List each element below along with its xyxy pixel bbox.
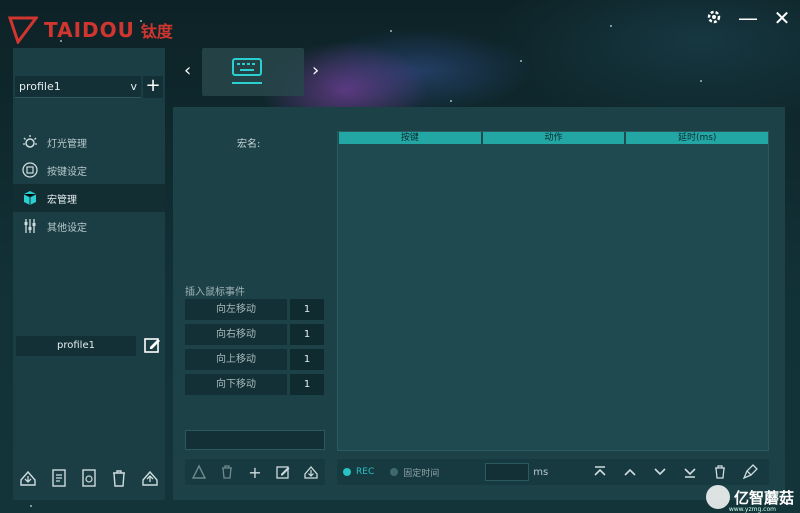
macro-event-table: 按键 动作 延时(ms) bbox=[337, 131, 769, 451]
trash-icon[interactable] bbox=[711, 463, 729, 481]
move-bottom-icon[interactable] bbox=[681, 463, 699, 481]
ms-unit-label: ms bbox=[533, 466, 549, 478]
move-down-value[interactable]: 1 bbox=[290, 374, 324, 395]
fixed-time-input[interactable] bbox=[485, 463, 530, 481]
column-header-delay: 延时(ms) bbox=[626, 132, 769, 144]
document-icon[interactable] bbox=[49, 468, 69, 488]
move-up-button[interactable]: 向上移动 bbox=[185, 349, 287, 370]
import-icon[interactable] bbox=[18, 468, 38, 488]
watermark-logo bbox=[705, 485, 730, 509]
sidebar-item-macro[interactable]: 宏管理 bbox=[13, 184, 165, 212]
macro-list-toolbar: + bbox=[185, 459, 325, 485]
brand-name: TAIDOU bbox=[44, 18, 135, 42]
device-prev-button[interactable]: ‹ bbox=[184, 60, 191, 81]
column-header-key: 按键 bbox=[339, 132, 481, 144]
row-order-controls bbox=[591, 463, 759, 481]
edit-icon[interactable] bbox=[143, 336, 161, 354]
device-card[interactable] bbox=[202, 48, 304, 96]
minimize-button[interactable]: — bbox=[738, 8, 758, 28]
fixed-time-label: 固定时间 bbox=[403, 468, 440, 479]
rec-label: REC bbox=[356, 467, 375, 477]
light-icon bbox=[21, 133, 39, 151]
macro-panel: 宏名: 插入鼠标事件 向左移动 1 向右移动 1 向上移动 1 向下移动 1 +… bbox=[173, 107, 785, 500]
move-right-row: 向右移动 1 bbox=[185, 324, 324, 345]
window-controls: — ✕ bbox=[704, 8, 792, 28]
trash-icon[interactable] bbox=[218, 463, 236, 481]
move-down-button[interactable]: 向下移动 bbox=[185, 374, 287, 395]
sidebar-menu: 灯光管理 按键设定 宏管理 其他设定 bbox=[13, 128, 165, 240]
fixed-time-radio-dot bbox=[390, 468, 399, 476]
insert-mouse-event-label: 插入鼠标事件 bbox=[185, 287, 245, 298]
watermark-url: www.yzmg.com bbox=[728, 506, 776, 513]
move-up-row: 向上移动 1 bbox=[185, 349, 324, 370]
profile-dropdown[interactable]: profile1 v bbox=[15, 76, 141, 98]
rec-radio-dot bbox=[343, 468, 351, 476]
trash-icon[interactable] bbox=[109, 468, 129, 488]
move-right-value[interactable]: 1 bbox=[290, 324, 324, 345]
device-active-underline bbox=[232, 82, 262, 84]
clear-brush-icon[interactable] bbox=[741, 463, 759, 481]
keys-icon bbox=[21, 161, 39, 179]
sidebar-item-label: 灯光管理 bbox=[47, 138, 87, 150]
table-header: 按键 动作 延时(ms) bbox=[338, 132, 769, 144]
sidebar: profile1 v + 灯光管理 按键设定 宏管理 其他设定 profile1 bbox=[13, 48, 165, 500]
edit-icon[interactable] bbox=[274, 463, 292, 481]
logo-mark-icon bbox=[8, 16, 38, 44]
sidebar-footer bbox=[13, 468, 165, 488]
move-top-icon[interactable] bbox=[591, 463, 609, 481]
gear-icon[interactable] bbox=[704, 8, 724, 28]
macro-name-input[interactable] bbox=[185, 430, 325, 450]
sidebar-item-label: 宏管理 bbox=[47, 194, 77, 206]
sidebar-item-label: 其他设定 bbox=[47, 222, 87, 234]
add-profile-button[interactable]: + bbox=[143, 76, 163, 98]
keyboard-icon bbox=[232, 58, 262, 76]
fixed-time-radio[interactable]: 固定时间 bbox=[390, 466, 439, 479]
brand-cn: 钛度 bbox=[140, 22, 173, 41]
add-macro-button[interactable]: + bbox=[246, 463, 264, 482]
move-down-row: 向下移动 1 bbox=[185, 374, 324, 395]
move-left-button[interactable]: 向左移动 bbox=[185, 299, 287, 320]
device-next-button[interactable]: › bbox=[312, 60, 319, 81]
sidebar-item-label: 按键设定 bbox=[47, 166, 87, 178]
move-up-icon[interactable] bbox=[621, 463, 639, 481]
chevron-down-icon: v bbox=[130, 80, 137, 93]
watermark-text: 亿智蘑菇 bbox=[733, 488, 794, 507]
profile-name-field[interactable]: profile1 bbox=[16, 336, 136, 356]
move-left-row: 向左移动 1 bbox=[185, 299, 324, 320]
sliders-icon bbox=[21, 217, 39, 235]
move-down-icon[interactable] bbox=[651, 463, 669, 481]
move-left-value[interactable]: 1 bbox=[290, 299, 324, 320]
sidebar-item-other[interactable]: 其他设定 bbox=[13, 212, 165, 240]
move-up-value[interactable]: 1 bbox=[290, 349, 324, 370]
profile-dropdown-value: profile1 bbox=[19, 80, 61, 93]
macro-name-label: 宏名: bbox=[237, 139, 261, 150]
save-icon[interactable] bbox=[302, 463, 320, 481]
close-button[interactable]: ✕ bbox=[772, 8, 792, 28]
warning-icon[interactable] bbox=[190, 463, 208, 481]
column-header-action: 动作 bbox=[482, 132, 625, 144]
sidebar-item-keys[interactable]: 按键设定 bbox=[13, 156, 165, 184]
macro-box-icon bbox=[21, 189, 39, 207]
rec-radio[interactable]: REC bbox=[343, 467, 374, 477]
export-icon[interactable] bbox=[140, 468, 160, 488]
copy-refresh-icon[interactable] bbox=[79, 468, 99, 488]
brand-logo: TAIDOU 钛度 bbox=[8, 16, 173, 44]
record-toolbar: REC 固定时间 ms bbox=[337, 459, 769, 485]
sidebar-item-lighting[interactable]: 灯光管理 bbox=[13, 128, 165, 156]
move-right-button[interactable]: 向右移动 bbox=[185, 324, 287, 345]
